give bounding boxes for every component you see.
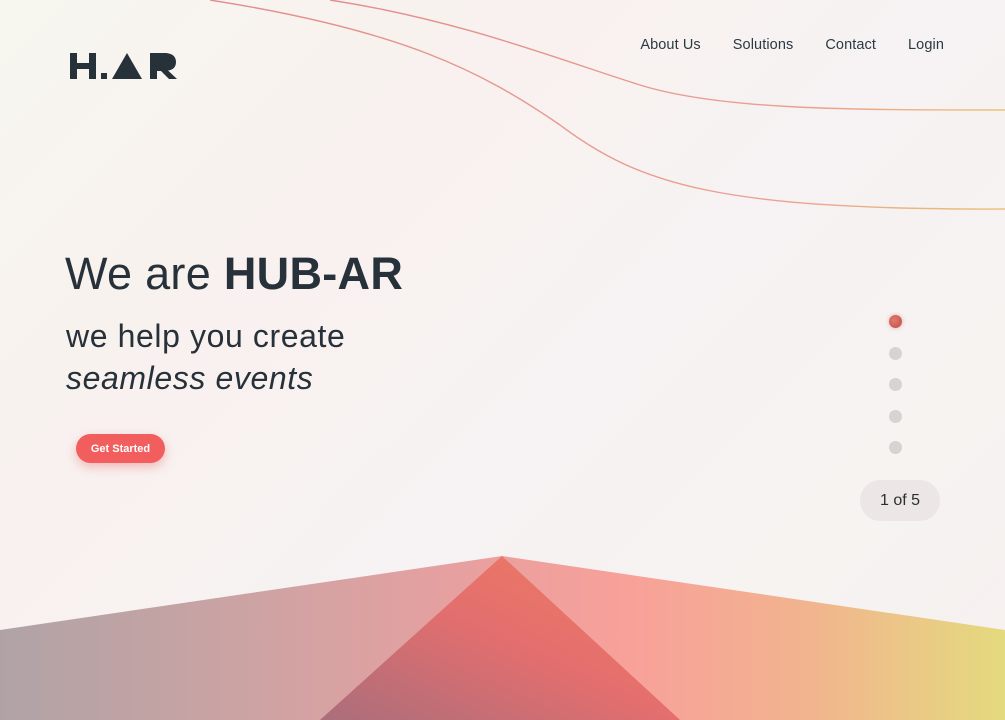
nav-link-login[interactable]: Login bbox=[908, 37, 944, 53]
hero-title: We are HUB-AR bbox=[65, 248, 403, 300]
slide-dot-1[interactable] bbox=[889, 315, 902, 328]
main-nav: About Us Solutions Contact Login bbox=[640, 37, 944, 53]
decorative-mountains bbox=[0, 556, 1005, 720]
slide-dot-2[interactable] bbox=[889, 346, 902, 360]
slide-counter: 1 of 5 bbox=[860, 480, 940, 521]
hero-subtitle-line2: seamless events bbox=[66, 360, 314, 396]
nav-link-contact[interactable]: Contact bbox=[825, 37, 876, 53]
decorative-curves bbox=[209, 0, 1005, 210]
nav-link-solutions[interactable]: Solutions bbox=[733, 37, 794, 53]
nav-link-about-us[interactable]: About Us bbox=[640, 37, 700, 53]
hubar-logo[interactable] bbox=[70, 52, 178, 80]
slide-dot-4[interactable] bbox=[889, 409, 902, 423]
hero-title-brand: HUB-AR bbox=[223, 248, 404, 299]
slide-pagination bbox=[889, 315, 903, 473]
get-started-button[interactable]: Get Started bbox=[76, 434, 165, 463]
hero-title-prefix: We are bbox=[65, 248, 224, 299]
hero-subtitle-line1: we help you create bbox=[66, 318, 346, 354]
slide-dot-3[interactable] bbox=[889, 378, 902, 391]
slide-dot-5[interactable] bbox=[889, 441, 902, 454]
